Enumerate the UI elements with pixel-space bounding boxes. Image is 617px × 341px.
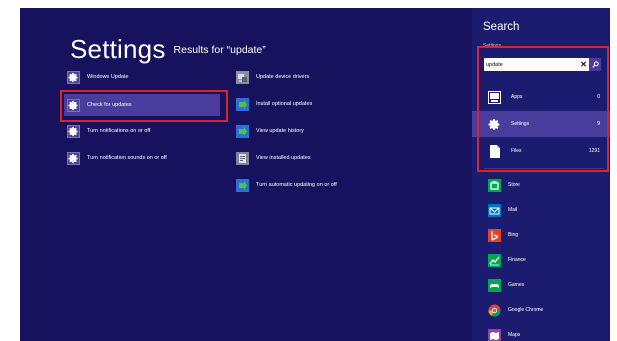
gear-icon — [67, 124, 80, 138]
category-files[interactable]: Files 1291 — [472, 138, 610, 164]
app-label: Games — [508, 282, 525, 288]
screen: Settings Results for “update” Windows Upd… — [20, 8, 610, 341]
result-label: Turn notification sounds on or off — [87, 155, 167, 161]
category-apps[interactable]: Apps 0 — [472, 84, 610, 110]
result-automatic-updating[interactable]: Turn automatic updating on or off — [233, 174, 413, 196]
result-label: Windows Update — [87, 74, 129, 80]
gear-icon — [488, 118, 501, 131]
app-label: Google Chrome — [508, 307, 544, 313]
app-label: Maps — [508, 332, 521, 338]
search-input[interactable] — [484, 59, 578, 70]
result-check-for-updates[interactable]: Check for updates — [64, 94, 220, 116]
category-label: Files — [511, 148, 522, 154]
auto-update-icon — [236, 178, 249, 192]
page-title: Settings — [70, 34, 166, 64]
category-count: 1291 — [588, 148, 600, 154]
results-header: Settings Results for “update” — [70, 34, 266, 65]
device-manager-icon — [236, 70, 249, 84]
result-label: Turn automatic updating on or off — [256, 182, 337, 188]
maps-icon — [488, 328, 501, 341]
search-icon — [591, 61, 599, 68]
gear-icon — [67, 70, 80, 84]
result-label: Install optional updates — [256, 101, 313, 107]
result-windows-update[interactable]: Windows Update — [64, 66, 229, 88]
result-install-optional-updates[interactable]: Install optional updates — [233, 93, 413, 115]
apps-icon — [488, 90, 501, 104]
installed-updates-icon — [236, 151, 249, 165]
search-pane-title: Search — [483, 21, 520, 33]
app-finance[interactable]: Finance — [472, 248, 610, 272]
finance-icon — [488, 253, 501, 267]
category-label: Settings — [511, 121, 530, 127]
app-store[interactable]: Store — [472, 173, 610, 197]
result-notification-sounds[interactable]: Turn notification sounds on or off — [64, 147, 229, 169]
results-for-label: Results for “update” — [173, 44, 266, 56]
result-view-update-history[interactable]: View update history — [233, 120, 413, 142]
category-count: 0 — [597, 94, 600, 100]
bing-icon — [488, 228, 501, 242]
category-count: 9 — [597, 121, 600, 127]
search-box: ✕ — [484, 58, 601, 71]
divider — [484, 168, 604, 169]
app-maps[interactable]: Maps — [472, 323, 610, 341]
app-label: Bing — [508, 232, 519, 238]
app-label: Finance — [508, 257, 526, 263]
app-label: Mail — [508, 207, 518, 213]
store-icon — [488, 178, 501, 192]
app-mail[interactable]: Mail — [472, 198, 610, 222]
files-icon — [488, 144, 501, 158]
result-view-installed-updates[interactable]: View installed updates — [233, 147, 413, 169]
app-google-chrome[interactable]: Google Chrome — [472, 298, 610, 322]
category-settings[interactable]: Settings 9 — [472, 111, 610, 137]
chrome-icon — [488, 304, 501, 317]
games-icon — [488, 278, 501, 292]
category-label: Apps — [511, 94, 523, 100]
result-label: Check for updates — [87, 102, 132, 108]
app-label: Store — [508, 182, 520, 188]
mail-icon — [488, 203, 501, 217]
app-bing[interactable]: Bing — [472, 223, 610, 247]
search-scope-label: Settings — [483, 43, 502, 49]
install-updates-icon — [236, 97, 249, 111]
result-turn-notifications[interactable]: Turn notifications on or off — [64, 120, 229, 142]
clear-search-button[interactable]: ✕ — [578, 59, 589, 70]
gear-icon — [67, 151, 80, 165]
search-button[interactable] — [589, 58, 601, 71]
search-results-area: Settings Results for “update” Windows Upd… — [20, 8, 472, 341]
gear-icon — [67, 98, 80, 112]
result-label: View installed updates — [256, 155, 311, 161]
result-label: View update history — [256, 128, 304, 134]
result-label: Turn notifications on or off — [87, 128, 151, 134]
result-label: Update device drivers — [256, 74, 310, 80]
search-pane: Search Settings ✕ Apps 0 Settings 9 — [472, 8, 610, 341]
result-update-device-drivers[interactable]: Update device drivers — [233, 66, 413, 88]
update-history-icon — [236, 124, 249, 138]
app-games[interactable]: Games — [472, 273, 610, 297]
